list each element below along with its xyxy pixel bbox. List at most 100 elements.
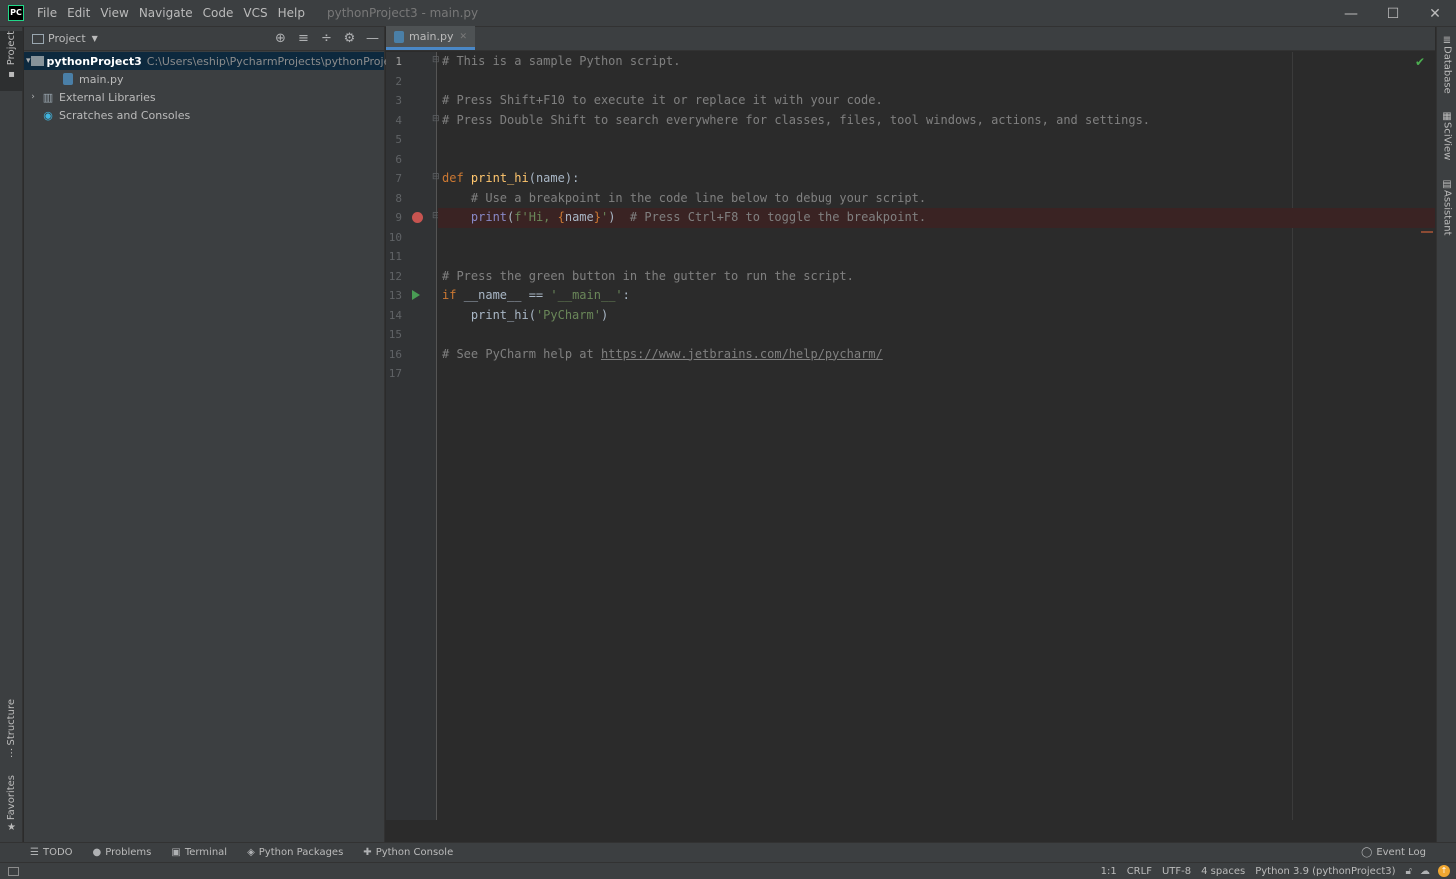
code-text: (name):	[528, 171, 580, 185]
lock-icon[interactable]: 🔓︎	[1406, 866, 1412, 877]
menu-file[interactable]: File	[33, 6, 61, 20]
indent-setting[interactable]: 4 spaces	[1201, 866, 1245, 877]
tool-terminal[interactable]: ▣ Terminal	[171, 847, 227, 858]
stripe-sciview-label: SciView	[1441, 122, 1453, 161]
tool-label: Terminal	[184, 847, 228, 858]
collapse-all-icon[interactable]: ÷	[315, 29, 338, 49]
run-icon[interactable]	[412, 290, 420, 300]
code-line: # See PyCharm help at https://www.jetbra…	[438, 345, 1435, 365]
line-number: 4	[395, 113, 402, 127]
stripe-tab-structure[interactable]: Structure ⋮	[0, 699, 23, 761]
line-number: 5	[395, 133, 402, 146]
stripe-database-label: Database	[1441, 46, 1453, 94]
menu-vcs[interactable]: VCS	[239, 6, 271, 20]
code-line: print_hi('PyCharm')	[438, 306, 1435, 326]
tree-item-project-root[interactable]: ▾ pythonProject3 C:\Users\eship\PycharmP…	[24, 52, 408, 70]
python-file-icon	[60, 72, 76, 86]
stripe-favorites-label: Favorites	[6, 775, 17, 821]
stripe-tab-assistant[interactable]: ▤ Assistant	[1437, 179, 1456, 239]
line-number: 2	[395, 74, 402, 88]
editor: main.py ✕ 1 2 3 4 5 6 7 8 9 10 11 12 13 …	[386, 26, 1435, 820]
editor-tab-main-py[interactable]: main.py ✕	[386, 26, 476, 50]
minimize-icon[interactable]: —	[1330, 0, 1372, 27]
error-stripe-mark[interactable]	[1421, 231, 1433, 233]
code-text: __name__ ==	[463, 288, 551, 302]
stripe-project-label: Project	[6, 31, 17, 66]
help-link[interactable]: https://www.jetbrains.com/help/pycharm/	[601, 347, 883, 361]
tree-item-main-py[interactable]: main.py	[24, 70, 384, 88]
code-variable: name	[564, 210, 594, 224]
file-encoding[interactable]: UTF-8	[1162, 866, 1191, 877]
database-icon: ≣	[1442, 35, 1452, 46]
python-interpreter[interactable]: Python 3.9 (pythonProject3)	[1255, 866, 1395, 877]
line-number: 12	[388, 269, 402, 283]
editor-gutter[interactable]: 1 2 3 4 5 6 7 8 9 10 11 12 13 14 15 16 1…	[386, 52, 440, 820]
breakpoint-icon[interactable]	[412, 212, 423, 223]
tool-python-console[interactable]: ✚ Python Console	[363, 847, 453, 858]
editor-tab-bar: main.py ✕	[386, 26, 1435, 51]
hide-icon[interactable]: —	[361, 29, 384, 49]
gear-icon[interactable]: ⚙	[338, 29, 361, 49]
expand-all-icon[interactable]: ≡	[292, 29, 315, 49]
close-icon[interactable]: ✕	[1414, 0, 1456, 27]
window-title: pythonProject3 - main.py	[326, 6, 479, 20]
menu-navigate[interactable]: Navigate	[135, 6, 197, 20]
code-comment: # Use a breakpoint in the code line belo…	[470, 190, 927, 205]
tool-event-log[interactable]: ◯ Event Log	[1361, 847, 1426, 858]
problems-icon: ●	[92, 847, 102, 858]
project-view-selector[interactable]: Project	[48, 32, 86, 45]
tool-problems[interactable]: ● Problems	[93, 847, 152, 858]
stripe-assistant-label: Assistant	[1441, 190, 1453, 236]
python-console-icon: ✚	[363, 847, 372, 858]
editor-tab-label: main.py	[409, 30, 454, 43]
menu-help[interactable]: Help	[274, 6, 309, 20]
right-tool-stripe: ≣ Database ▦ SciView ▤ Assistant	[1436, 27, 1456, 842]
project-folder-icon	[32, 33, 44, 44]
folder-icon: ▪	[8, 69, 15, 81]
maximize-icon[interactable]: ☐	[1372, 0, 1414, 27]
notifications-icon[interactable]: ☁	[1420, 866, 1430, 877]
code-area[interactable]: # This is a sample Python script. # Pres…	[438, 52, 1435, 820]
code-line: # This is a sample Python script.	[438, 52, 1435, 72]
stripe-tab-database[interactable]: ≣ Database	[1437, 35, 1456, 97]
tree-item-path: C:\Users\eship\PycharmProjects\pythonPro…	[146, 54, 408, 68]
menu-view[interactable]: View	[96, 6, 132, 20]
line-number: 15	[388, 328, 402, 341]
tree-item-external-libraries[interactable]: › ▥ External Libraries	[24, 88, 384, 106]
stripe-tab-sciview[interactable]: ▦ SciView	[1437, 111, 1456, 167]
tool-label: Python Console	[375, 847, 454, 858]
code-string: 'PyCharm'	[535, 307, 601, 322]
code-line-breakpoint: print(f'Hi, {name}') # Press Ctrl+F8 to …	[438, 208, 1435, 228]
folder-icon	[30, 54, 44, 68]
tool-windows-icon[interactable]	[8, 866, 19, 876]
chevron-right-icon[interactable]: ›	[26, 92, 40, 102]
line-number: 14	[388, 308, 402, 322]
menu-code[interactable]: Code	[199, 6, 238, 20]
code-text: print_hi(	[470, 307, 536, 322]
no-problems-check-icon[interactable]: ✔	[1415, 55, 1425, 69]
tool-python-packages[interactable]: ◈ Python Packages	[247, 847, 343, 858]
code-line: # Use a breakpoint in the code line belo…	[438, 189, 1435, 209]
line-number: 16	[388, 347, 402, 361]
close-icon[interactable]: ✕	[459, 32, 467, 42]
tool-todo[interactable]: ☰ TODO	[30, 847, 73, 858]
code-keyword: def	[442, 171, 464, 185]
assistant-icon: ▤	[1442, 179, 1452, 190]
sciview-icon: ▦	[1442, 111, 1452, 122]
code-line: if __name__ == '__main__':	[438, 286, 1435, 306]
tree-item-scratches[interactable]: ◉ Scratches and Consoles	[24, 106, 384, 124]
pycharm-logo-icon: PC	[8, 5, 24, 21]
line-number: 17	[388, 367, 402, 380]
caret-position[interactable]: 1:1	[1101, 866, 1117, 877]
chevron-down-icon[interactable]: ▼	[92, 34, 98, 43]
menu-edit[interactable]: Edit	[63, 6, 94, 20]
line-separator[interactable]: CRLF	[1127, 866, 1152, 877]
tool-label: Python Packages	[258, 847, 344, 858]
code-string: f'Hi,	[514, 210, 558, 224]
stripe-structure-label: Structure	[6, 699, 17, 746]
project-tree: ▾ pythonProject3 C:\Users\eship\PycharmP…	[24, 51, 408, 124]
update-icon[interactable]: ↑	[1438, 865, 1450, 877]
stripe-tab-favorites[interactable]: Favorites ★	[0, 775, 23, 835]
locate-icon[interactable]: ⊕	[269, 29, 292, 49]
stripe-tab-project[interactable]: Project ▪	[0, 31, 23, 91]
